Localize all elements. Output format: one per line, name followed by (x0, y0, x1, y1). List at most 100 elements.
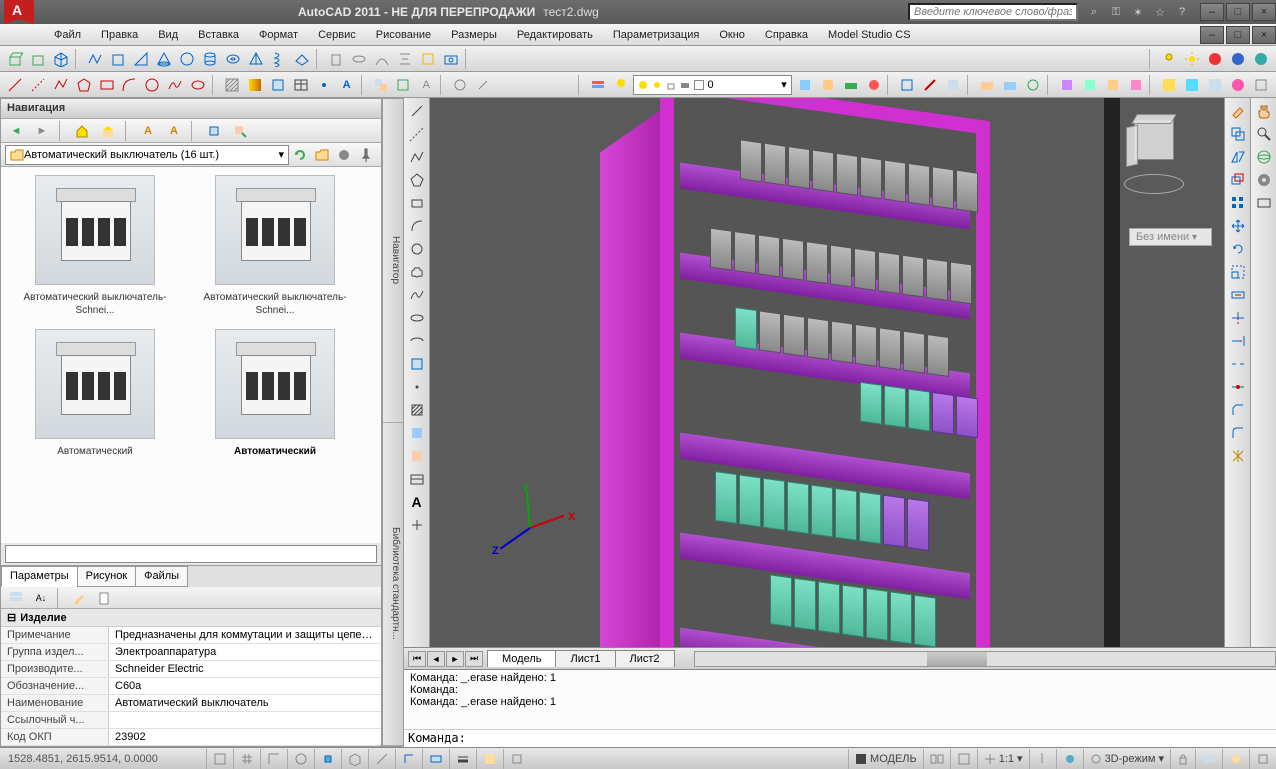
snap-button[interactable] (206, 749, 233, 769)
dl-region-icon[interactable] (406, 445, 428, 467)
ms-tool-11[interactable] (1056, 74, 1078, 96)
dl-point-icon[interactable] (406, 376, 428, 398)
qp-button[interactable] (476, 749, 503, 769)
ms-tool-4[interactable] (863, 74, 885, 96)
ms-tool-7[interactable] (942, 74, 964, 96)
dl-block-icon[interactable] (406, 353, 428, 375)
app-logo[interactable] (4, 0, 34, 24)
ms-tool-15[interactable] (1158, 74, 1180, 96)
annoauto-button[interactable] (1056, 749, 1083, 769)
sidetab-library[interactable]: Библиотека стандартн... (383, 423, 403, 747)
dl-revcloud-icon[interactable] (406, 261, 428, 283)
revolve-icon[interactable] (348, 48, 370, 70)
share-icon[interactable]: ✶ (1130, 4, 1146, 20)
trim-icon[interactable] (1227, 307, 1249, 329)
ms-tool-13[interactable] (1102, 74, 1124, 96)
section-icon[interactable] (417, 48, 439, 70)
sphere-icon[interactable] (176, 48, 198, 70)
extend-icon[interactable] (1227, 330, 1249, 352)
render-teal-icon[interactable] (1250, 48, 1272, 70)
prop-val[interactable]: Электроаппаратура (109, 644, 381, 660)
erase-icon[interactable] (1227, 100, 1249, 122)
clean-button[interactable] (1249, 749, 1276, 769)
render-blue-icon[interactable] (1227, 48, 1249, 70)
menu-service[interactable]: Сервис (308, 26, 366, 44)
polygon-icon[interactable] (73, 74, 95, 96)
render-red-icon[interactable] (1204, 48, 1226, 70)
gallery-item-0[interactable]: Автоматический выключатель-Schnei... (5, 175, 185, 317)
sun-icon[interactable] (1181, 48, 1203, 70)
ortho-button[interactable] (260, 749, 287, 769)
presspull-icon[interactable] (27, 48, 49, 70)
modelspace-button[interactable]: МОДЕЛЬ (848, 749, 923, 769)
region-icon[interactable] (267, 74, 289, 96)
prop-val[interactable] (109, 712, 381, 728)
ms-tool-1[interactable] (794, 74, 816, 96)
point-icon[interactable] (313, 74, 335, 96)
hardware-button[interactable] (1195, 749, 1222, 769)
prop-az-icon[interactable]: A↓ (30, 587, 52, 609)
sweep-icon[interactable] (371, 48, 393, 70)
prop-edit-icon[interactable] (68, 587, 90, 609)
stretch-icon[interactable] (1227, 284, 1249, 306)
ms-tool-17[interactable] (1204, 74, 1226, 96)
prop-val[interactable]: Предназначены для коммутации и защиты це… (109, 627, 381, 643)
menu-help[interactable]: Справка (755, 26, 818, 44)
help-icon[interactable]: ? (1174, 4, 1190, 20)
menu-dimensions[interactable]: Размеры (441, 26, 507, 44)
lock-button[interactable] (1170, 749, 1195, 769)
dl-arc-icon[interactable] (406, 215, 428, 237)
menu-parametric[interactable]: Параметризация (603, 26, 709, 44)
lwt-button[interactable] (449, 749, 476, 769)
nav-fwd-icon[interactable]: ► (31, 120, 53, 142)
tab-first-button[interactable]: ⏮ (408, 651, 426, 667)
dl-hatch-icon[interactable] (406, 399, 428, 421)
ms-tool-12[interactable] (1079, 74, 1101, 96)
table-icon[interactable] (290, 74, 312, 96)
hatch-icon[interactable] (221, 74, 243, 96)
tab-next-button[interactable]: ► (446, 651, 464, 667)
break-icon[interactable] (1227, 353, 1249, 375)
command-input[interactable]: Команда: (404, 729, 1276, 747)
box-icon[interactable] (50, 48, 72, 70)
tab-parameters[interactable]: Параметры (1, 566, 78, 587)
prop-section[interactable]: ⊟Изделие (1, 609, 381, 627)
dl-rect-icon[interactable] (406, 192, 428, 214)
tab-sheet1[interactable]: Лист1 (555, 650, 615, 667)
pyramid-icon[interactable] (245, 48, 267, 70)
prop-val[interactable]: 23902 (109, 729, 381, 745)
wedge-icon[interactable] (130, 48, 152, 70)
tool1-icon[interactable] (449, 74, 471, 96)
rotate-icon[interactable] (1227, 238, 1249, 260)
spline-icon[interactable] (164, 74, 186, 96)
cylinder-icon[interactable] (199, 48, 221, 70)
otrack-button[interactable] (368, 749, 395, 769)
tab-files[interactable]: Файлы (135, 566, 188, 587)
torus-icon[interactable] (222, 48, 244, 70)
menu-modelstudio[interactable]: Model Studio CS (818, 26, 921, 44)
move-icon[interactable] (1227, 215, 1249, 237)
ellipse-icon[interactable] (187, 74, 209, 96)
layer-dropdown[interactable]: 0 ▾ (633, 75, 792, 95)
dl-earc-icon[interactable] (406, 330, 428, 352)
helix-icon[interactable] (268, 48, 290, 70)
polar-button[interactable] (287, 749, 314, 769)
key-icon[interactable]: ⚿ (1108, 4, 1124, 20)
menu-insert[interactable]: Вставка (188, 26, 249, 44)
ms-tool-10[interactable] (1022, 74, 1044, 96)
offset-icon[interactable] (1227, 169, 1249, 191)
gallery-item-1[interactable]: Автоматический выключатель-Schnei... (185, 175, 365, 317)
quickview-button[interactable] (923, 749, 950, 769)
prop-val[interactable]: C60a (109, 678, 381, 694)
ms-tool-9[interactable] (999, 74, 1021, 96)
nav-find-icon[interactable]: A (137, 120, 159, 142)
prop-cat-icon[interactable] (5, 587, 27, 609)
ws-button[interactable]: 3D-режим▾ (1083, 749, 1170, 769)
dyn-button[interactable] (422, 749, 449, 769)
line-icon[interactable] (4, 74, 26, 96)
quickview2-button[interactable] (950, 749, 977, 769)
nav-add-icon[interactable] (229, 120, 251, 142)
ray-icon[interactable] (27, 74, 49, 96)
menu-modify[interactable]: Редактировать (507, 26, 603, 44)
menu-format[interactable]: Формат (249, 26, 308, 44)
